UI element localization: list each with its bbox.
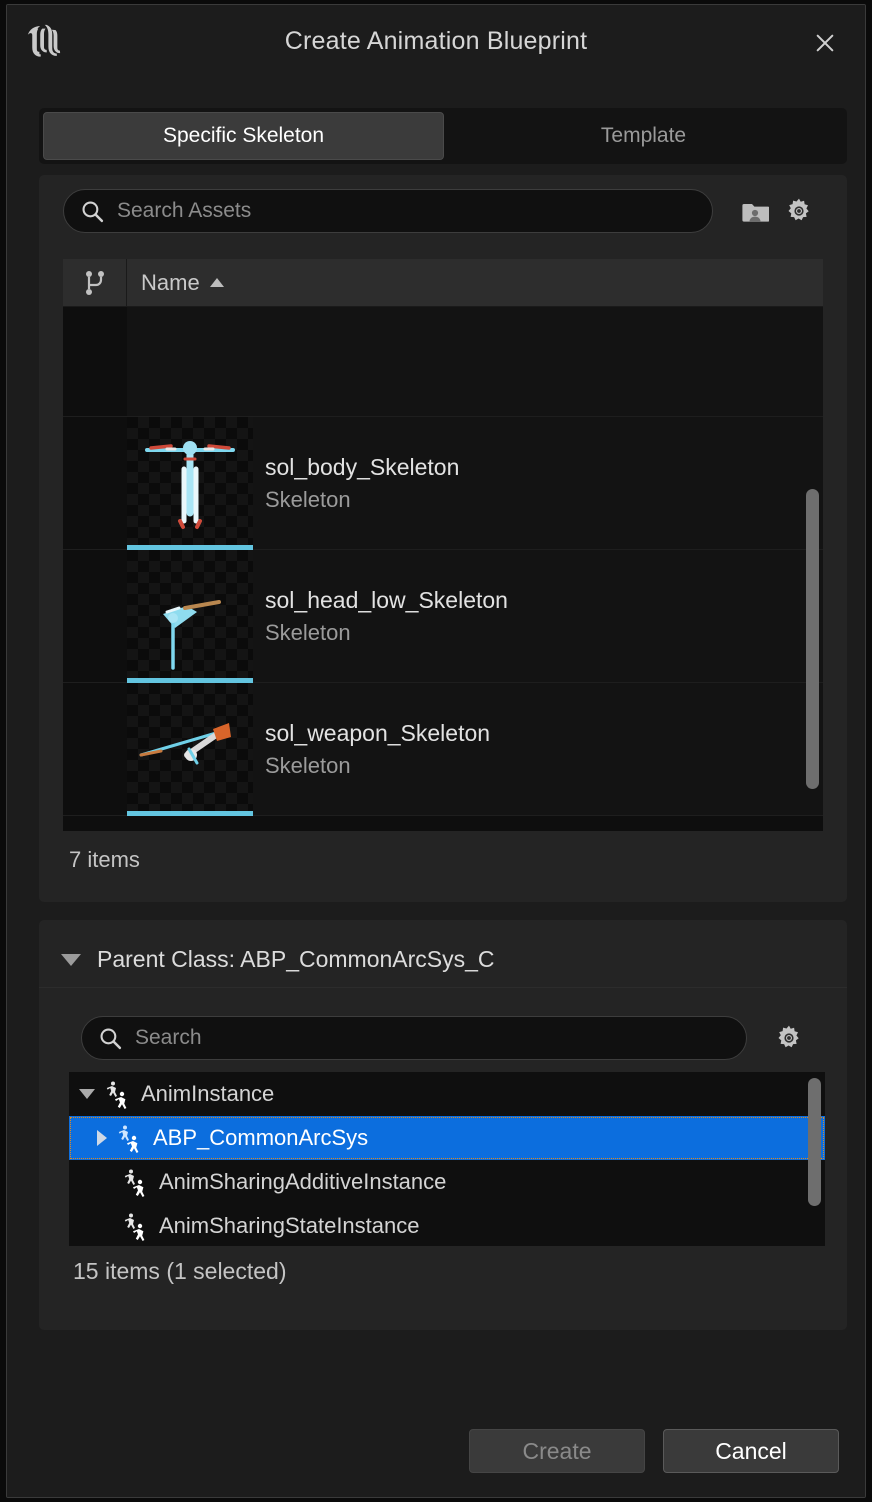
class-search-row: Search	[81, 1014, 811, 1062]
title-bar: Create Animation Blueprint	[7, 5, 865, 81]
asset-row-text: sol_head_low_Skeleton Skeleton	[265, 550, 823, 683]
anim-instance-icon	[124, 1213, 145, 1241]
asset-name: sol_body_Skeleton	[265, 454, 460, 480]
row-gutter	[63, 683, 127, 815]
column-header-name[interactable]: Name	[127, 259, 823, 306]
dialog-title: Create Animation Blueprint	[284, 27, 588, 55]
anim-instance-icon	[118, 1125, 139, 1153]
thumbnail-type-bar	[127, 811, 253, 816]
class-settings-gear-icon[interactable]	[767, 1016, 811, 1060]
row-gutter	[63, 550, 127, 682]
skeleton-head-thumbnail	[127, 550, 253, 683]
skeleton-tpose-thumbnail	[127, 417, 253, 550]
table-row[interactable]: sol_weapon_Skeleton Skeleton	[63, 683, 823, 816]
chevron-down-icon[interactable]	[61, 953, 81, 966]
asset-search-row: Search Assets	[63, 187, 823, 235]
asset-type: Skeleton	[265, 753, 351, 778]
class-items-count: 15 items (1 selected)	[73, 1258, 287, 1284]
asset-items-count: 7 items	[69, 847, 140, 872]
tree-item-label: AnimSharingStateInstance	[159, 1213, 420, 1238]
parent-class-label: Parent Class: ABP_CommonArcSys_C	[97, 946, 495, 972]
tree-item-label: AnimSharingAdditiveInstance	[159, 1169, 447, 1194]
cancel-button[interactable]: Cancel	[663, 1429, 839, 1473]
tree-item-animsharingstateinstance[interactable]: AnimSharingStateInstance	[69, 1204, 825, 1246]
asset-view-options-gear-icon[interactable]	[777, 189, 821, 233]
asset-name: sol_head_low_Skeleton	[265, 587, 508, 613]
asset-rows: sol_body_Skeleton Skeleton sol_head_low_…	[63, 307, 823, 831]
search-assets-placeholder: Search Assets	[117, 199, 252, 222]
class-search-placeholder: Search	[135, 1026, 202, 1049]
tab-specific-skeleton[interactable]: Specific Skeleton	[43, 112, 444, 160]
class-search-input[interactable]: Search	[81, 1016, 747, 1060]
chevron-right-icon[interactable]	[97, 1130, 107, 1146]
create-animation-blueprint-dialog: Create Animation Blueprint Specific Skel…	[6, 4, 866, 1498]
row-gutter	[63, 307, 127, 416]
table-row[interactable]: sol_head_low_Skeleton Skeleton	[63, 550, 823, 683]
asset-type: Skeleton	[265, 487, 351, 512]
parent-class-tree: AnimInstance ABP_CommonArcSys AnimSharin…	[69, 1072, 825, 1246]
mode-tab-bar: Specific Skeleton Template	[39, 108, 847, 164]
parent-class-header[interactable]: Parent Class: ABP_CommonArcSys_C	[39, 932, 847, 988]
tree-item-abp-commonarcsys[interactable]: ABP_CommonArcSys	[69, 1116, 825, 1160]
private-collections-folder-icon[interactable]	[733, 189, 777, 233]
source-control-branch-icon[interactable]	[63, 259, 127, 306]
skeleton-weapon-thumbnail	[127, 683, 253, 816]
column-header-name-label: Name	[141, 269, 200, 295]
parent-class-panel: Parent Class: ABP_CommonArcSys_C Search	[39, 920, 847, 1330]
anim-instance-icon	[106, 1081, 127, 1109]
class-tree-scrollbar[interactable]	[808, 1078, 821, 1206]
close-icon[interactable]	[809, 27, 841, 59]
search-icon	[82, 201, 104, 222]
asset-picker-panel: Search Assets Name sol_body_Skeleton Ske…	[39, 175, 847, 902]
tab-template[interactable]: Template	[444, 112, 843, 160]
asset-row-text: sol_weapon_Skeleton Skeleton	[265, 683, 823, 816]
row-gutter	[63, 417, 127, 549]
asset-list-column-header: Name	[63, 259, 823, 307]
search-icon	[100, 1028, 122, 1049]
anim-instance-icon	[124, 1169, 145, 1197]
tree-item-animinstance[interactable]: AnimInstance	[69, 1072, 825, 1116]
search-assets-input[interactable]: Search Assets	[63, 189, 713, 233]
asset-list: Name sol_body_Skeleton Skeleton sol_head…	[63, 259, 823, 831]
tree-item-label: AnimInstance	[141, 1081, 275, 1106]
asset-name: sol_weapon_Skeleton	[265, 720, 491, 746]
asset-list-scrollbar[interactable]	[806, 489, 819, 789]
dialog-footer: Create Cancel	[7, 1405, 865, 1497]
table-row[interactable]	[63, 307, 823, 417]
sort-ascending-arrow-icon	[209, 278, 224, 287]
asset-row-text: sol_body_Skeleton Skeleton	[265, 417, 823, 550]
tree-item-animsharingadditiveinstance[interactable]: AnimSharingAdditiveInstance	[69, 1160, 825, 1204]
table-row[interactable]: sol_body_Skeleton Skeleton	[63, 417, 823, 550]
asset-type: Skeleton	[265, 620, 351, 645]
tree-item-label: ABP_CommonArcSys	[153, 1125, 369, 1150]
create-button[interactable]: Create	[469, 1429, 645, 1473]
chevron-down-icon[interactable]	[79, 1089, 95, 1099]
